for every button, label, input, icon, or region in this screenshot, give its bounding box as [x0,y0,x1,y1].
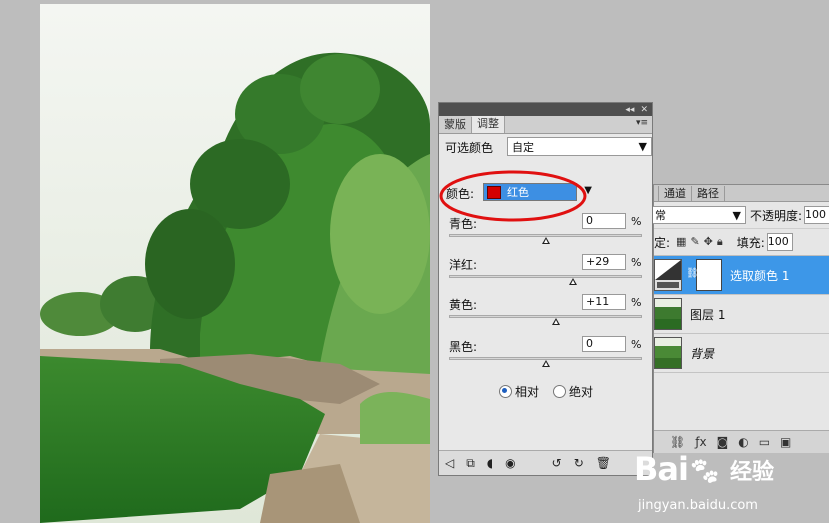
slider-handle[interactable] [541,237,550,244]
percent-unit: % [631,215,642,228]
landscape-photo [40,4,430,523]
blend-mode-select[interactable]: 常 ▼ [650,206,746,224]
baidu-logo: Bai🐾︎ [634,450,721,488]
baidu-jingyan-watermark: Bai🐾︎ 经验 jingyan.baidu.com [634,446,829,521]
layer-name: 图层 1 [690,307,726,322]
close-icon[interactable]: ✕ [640,105,648,115]
black-slider[interactable]: 黑色: 0 % [449,336,645,374]
adjustments-bottom-toolbar: ◁ ⧉ ◖ ◉ ↺ ↻ 🗑︎ [439,450,652,475]
layer-name: 背景 [690,346,715,361]
layer-row-layer-1[interactable]: 图层 1 [654,295,829,334]
relative-radio[interactable]: 相对 [499,383,539,400]
lock-image-icon[interactable]: ✎ [690,235,699,249]
preset-select[interactable]: 自定 ▼ [507,137,652,156]
radio-selected-icon [499,385,512,398]
panel-titlebar[interactable]: ◂◂ ✕ [439,103,652,116]
tab-paths[interactable]: 路径 [692,186,725,201]
slider-label: 黑色: [449,340,478,354]
watermark-url: jingyan.baidu.com [638,498,758,513]
fill-label: 填充: [736,235,765,250]
reset-icon[interactable]: ↻ [574,456,584,470]
eye-icon[interactable]: ◉ [505,456,515,470]
chevron-down-icon: ▼ [584,185,592,196]
percent-unit: % [631,296,642,309]
clip-to-layer-icon[interactable]: ◖ [487,456,493,470]
lock-label: 定: [654,235,671,250]
percent-unit: % [631,338,642,351]
adjustments-panel: ◂◂ ✕ 蒙版 调整 ▾≡ 可选颜色 自定 ▼ 颜色: 红色 ▼ 青色: 0 %… [438,102,653,476]
document-canvas[interactable] [40,4,430,523]
radio-label: 相对 [515,385,540,399]
slider-value-input[interactable]: +11 [582,294,626,310]
absolute-radio[interactable]: 绝对 [553,383,593,400]
slider-label: 洋红: [449,258,478,272]
back-arrow-icon[interactable]: ◁ [445,456,454,470]
color-swatch-icon [487,185,501,199]
previous-state-icon[interactable]: ↺ [552,456,562,470]
slider-label: 青色: [449,217,478,231]
slider-value-input[interactable]: 0 [582,213,626,229]
tab-adjustments[interactable]: 调整 [472,116,505,133]
tab-masks[interactable]: 蒙版 [439,117,472,133]
color-label: 颜色: [446,187,475,201]
slider-handle[interactable] [541,360,550,367]
adjustments-tabs: 蒙版 调整 ▾≡ [439,116,652,134]
link-chain-icon[interactable]: ⛓ [686,268,699,279]
slider-value-input[interactable]: 0 [582,336,626,352]
percent-unit: % [631,256,642,269]
magenta-slider[interactable]: 洋红: +29 % [449,254,645,292]
lock-position-icon[interactable]: ✥ [704,235,713,249]
fill-input[interactable]: 100 [766,233,793,251]
panel-menu-icon[interactable]: ▾≡ [636,118,648,128]
opacity-label: 不透明度: [749,208,803,223]
layer-name: 选取颜色 1 [730,268,790,283]
color-value: 红色 [507,186,529,199]
slider-handle[interactable] [569,278,578,285]
slider-handle[interactable] [552,318,561,325]
cyan-slider[interactable]: 青色: 0 % [449,213,645,251]
layers-panel-tabs: 通道 路径 [654,185,829,202]
layer-row-selective-color[interactable]: ⛓ 选取颜色 1 [654,256,829,295]
preset-value: 自定 [512,140,534,154]
lock-transparent-icon[interactable]: ▦ [676,235,686,249]
color-row: 颜色: 红色 ▼ [446,183,592,202]
layer-thumbnail [654,298,682,330]
layers-options-row: 常 ▼ 不透明度: 100 [650,202,829,229]
slider-label: 黄色: [449,298,478,312]
layer-thumbnail [654,337,682,369]
radio-icon [553,385,567,398]
chevron-down-icon: ▼ [638,140,647,153]
adjustment-layer-icon [654,259,682,291]
tab-channels[interactable]: 通道 [659,186,692,201]
delete-icon[interactable]: 🗑︎ [596,456,611,470]
watermark-brand-suffix: 经验 [730,460,775,485]
slider-value-input[interactable]: +29 [582,254,626,270]
method-radio-group: 相对 绝对 [499,383,593,400]
yellow-slider[interactable]: 黄色: +11 % [449,294,645,332]
lock-all-icon[interactable]: 🔒︎ [717,235,723,249]
color-select[interactable]: 红色 ▼ [483,183,592,201]
chevron-down-icon: ▼ [732,208,741,222]
expand-view-icon[interactable]: ⧉ [466,456,475,471]
collapse-icon[interactable]: ◂◂ [625,105,634,115]
layer-mask-thumbnail[interactable] [696,259,722,291]
radio-label: 绝对 [569,385,594,399]
preset-label: 可选颜色 [445,141,494,155]
layers-panel: 通道 路径 常 ▼ 不透明度: 100 定: ▦ ✎ ✥ 🔒︎ 填充: 100 … [650,184,829,453]
blend-mode-value: 常 [655,209,666,222]
layer-row-background[interactable]: 背景 [654,334,829,373]
opacity-input[interactable]: 100 [804,206,829,224]
preset-row: 可选颜色 自定 ▼ [445,137,652,156]
slider-track[interactable] [449,315,642,318]
layers-lock-row: 定: ▦ ✎ ✥ 🔒︎ 填充: 100 [654,229,829,256]
slider-track[interactable] [449,275,642,278]
